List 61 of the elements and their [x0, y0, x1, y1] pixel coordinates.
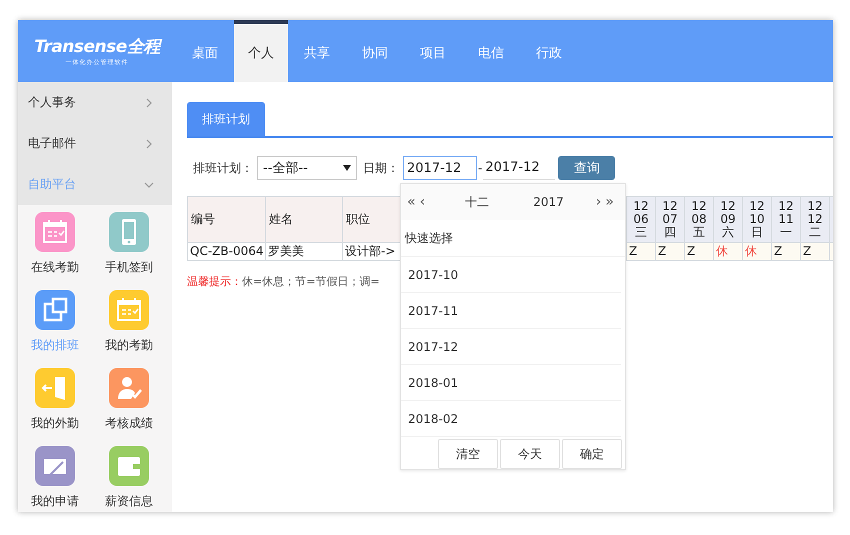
app-shortcut[interactable]: 薪资信息 — [92, 446, 166, 512]
wallet-icon — [109, 446, 149, 486]
column-header: 姓名 — [265, 196, 343, 243]
app-shortcut[interactable]: 在线考勤 — [18, 212, 92, 290]
app-shortcut[interactable]: 手机签到 — [92, 212, 166, 290]
door-exit-icon — [35, 368, 75, 408]
plan-label: 排班计划： — [193, 160, 253, 176]
phone-icon — [109, 212, 149, 252]
shift-cell: 休 — [713, 242, 743, 261]
windows-icon — [35, 290, 75, 330]
next-year-button[interactable]: » — [603, 194, 616, 210]
day-column-header: 12 06 三 — [626, 196, 656, 243]
chevron-down-icon — [144, 180, 154, 190]
day-column-header: 12 08 五 — [684, 196, 714, 243]
day-column-header: 12 12 二 — [800, 196, 830, 243]
table-cell: 罗美美 — [265, 242, 343, 261]
plan-dropdown[interactable]: --全部-- — [257, 156, 357, 180]
logo: Transense全程 — [34, 35, 160, 58]
month-option[interactable]: 2017-11 — [401, 293, 621, 329]
month-option[interactable]: 2018-01 — [401, 365, 621, 401]
shift-cell: Z — [655, 242, 685, 261]
app-shortcut[interactable]: 我的外勤 — [18, 368, 92, 446]
picker-button[interactable]: 清空 — [438, 439, 498, 469]
month-option[interactable]: 2017-10 — [401, 257, 621, 293]
sidebar-menu-item[interactable]: 个人事务 — [18, 82, 172, 123]
date-from-field[interactable]: 2017-12 — [403, 156, 477, 180]
date-separator: - — [478, 161, 482, 175]
table-cell: QC-ZB-0064 — [187, 242, 266, 261]
next-month-button[interactable]: › — [594, 194, 604, 210]
picker-button[interactable]: 确定 — [562, 439, 622, 469]
chevron-right-icon — [144, 98, 154, 108]
shift-cell: Z — [800, 242, 830, 261]
month-option[interactable]: 2018-02 — [401, 401, 621, 437]
chevron-right-icon — [144, 138, 154, 148]
person-check-icon — [109, 368, 149, 408]
day-column-header: 12 11 一 — [771, 196, 801, 243]
app-shortcut[interactable]: 我的考勤 — [92, 290, 166, 368]
column-header: 编号 — [187, 196, 266, 243]
app-shortcut[interactable]: 我的申请 — [18, 446, 92, 512]
day-column-header: 12 10 日 — [742, 196, 772, 243]
day-column-header: 12 07 四 — [655, 196, 685, 243]
picker-year: 2017 — [533, 195, 564, 209]
date-label: 日期： — [363, 160, 399, 176]
prev-month-button[interactable]: ‹ — [418, 194, 428, 210]
shift-cell: Z — [626, 242, 656, 261]
caret-icon — [343, 165, 351, 171]
calendar-icon — [109, 290, 149, 330]
shift-cell: 休 — [742, 242, 772, 261]
notice-text: 温馨提示：休=休息；节=节假日；调= — [187, 274, 380, 289]
calendar-icon — [35, 212, 75, 252]
nav-tab[interactable]: 个人 — [234, 20, 288, 82]
query-button[interactable]: 查询 — [558, 156, 616, 180]
picker-button[interactable]: 今天 — [500, 439, 560, 469]
picker-month: 十二 — [465, 194, 490, 210]
shift-cell: Z — [684, 242, 714, 261]
day-column-header: 12 09 六 — [713, 196, 743, 243]
month-option[interactable]: 2017-12 — [401, 329, 621, 365]
pen-icon — [35, 446, 75, 486]
app-shortcut[interactable]: 考核成绩 — [92, 368, 166, 446]
sidebar-menu-item[interactable]: 电子邮件 — [18, 123, 172, 164]
shift-cell: Z — [771, 242, 801, 261]
